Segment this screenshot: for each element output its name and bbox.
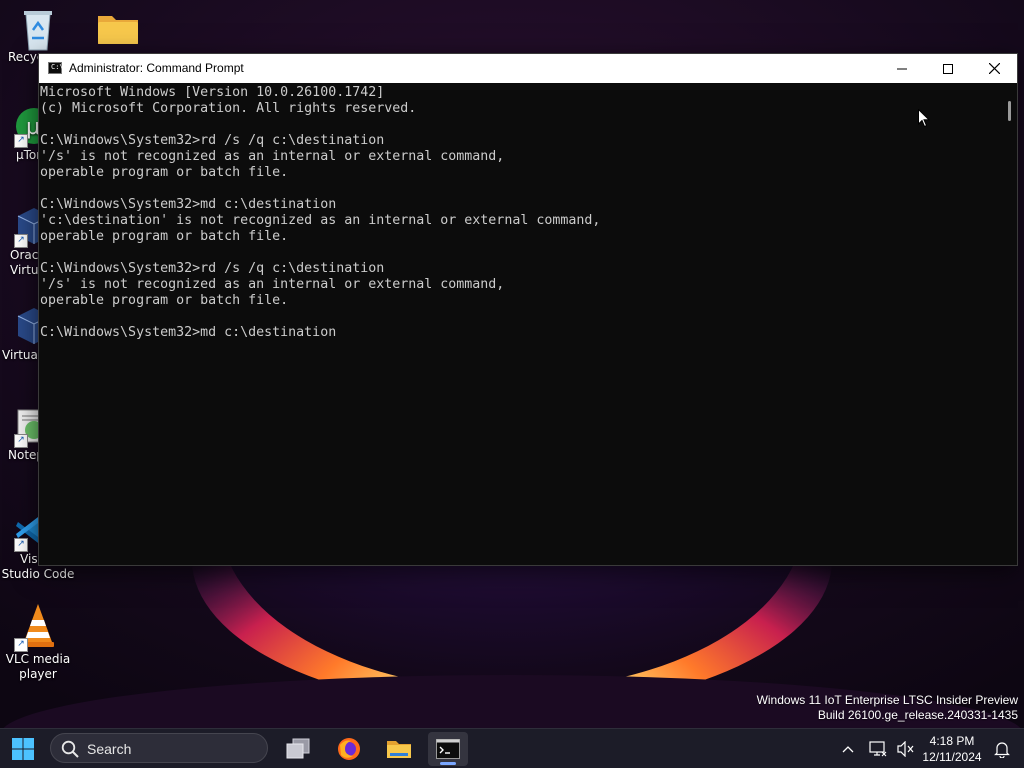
command-prompt-window[interactable]: C:\ Administrator: Command Prompt Micros… [38, 53, 1018, 566]
file-explorer-icon [387, 741, 411, 758]
active-app-indicator [440, 762, 456, 765]
window-title: Administrator: Command Prompt [69, 61, 244, 75]
watermark-build: Build 26100.ge_release.240331-1435 [817, 708, 1018, 722]
close-button[interactable] [971, 54, 1017, 83]
network-button[interactable] [868, 739, 888, 759]
shortcut-arrow-icon: ↗ [14, 234, 28, 248]
vlc-icon: ↗ [14, 602, 58, 652]
search-placeholder: Search [87, 741, 132, 757]
system-tray: 4:18 PM 12/11/2024 [824, 729, 1024, 768]
task-view-button[interactable] [278, 732, 318, 766]
console-line: C:\Windows\System32>md c:\destination [40, 197, 337, 212]
desktop: Recyc µ ↗ µTor ↗ Oracl Virtu Virtual ↗ N… [0, 0, 1024, 768]
maximize-button[interactable] [925, 54, 971, 83]
close-icon [988, 63, 1000, 74]
network-icon [869, 741, 887, 757]
scrollbar-thumb[interactable] [1008, 101, 1011, 121]
console-line: C:\Windows\System32>rd /s /q c:\destinat… [40, 133, 385, 148]
cmd-icon: C:\ [48, 62, 64, 74]
volume-muted-icon [897, 741, 914, 757]
firefox-taskbar-button[interactable] [329, 732, 369, 766]
console-output[interactable]: Microsoft Windows [Version 10.0.26100.17… [39, 83, 1001, 565]
file-explorer-taskbar-button[interactable] [379, 732, 419, 766]
task-view-icon [286, 738, 310, 759]
console-line: '/s' is not recognized as an internal or… [40, 149, 505, 164]
console-line: Microsoft Windows [Version 10.0.26100.17… [40, 85, 385, 100]
firefox-icon [338, 738, 360, 760]
console-line: operable program or batch file. [40, 293, 289, 308]
clock-time: 4:18 PM [929, 734, 975, 748]
terminal-taskbar-button[interactable] [428, 732, 468, 766]
folder-icon [96, 8, 138, 48]
show-hidden-icons-button[interactable] [838, 739, 858, 759]
terminal-icon [436, 739, 460, 759]
shortcut-arrow-icon: ↗ [14, 638, 28, 652]
maximize-icon [943, 63, 953, 74]
search-icon [61, 740, 79, 758]
notification-bell-icon [994, 742, 1010, 758]
mouse-cursor-icon [918, 109, 930, 128]
console-line: '/s' is not recognized as an internal or… [40, 277, 505, 292]
taskbar-search-box[interactable]: Search [50, 733, 268, 763]
vertical-scrollbar[interactable] [1001, 83, 1017, 565]
title-bar[interactable]: C:\ Administrator: Command Prompt [39, 54, 1017, 83]
console-input-line[interactable]: C:\Windows\System32>md c:\destination [40, 325, 1001, 341]
chevron-up-icon [842, 746, 854, 753]
windows-logo-icon [12, 738, 34, 760]
start-button[interactable] [4, 733, 42, 765]
console-line: C:\Windows\System32>rd /s /q c:\destinat… [40, 261, 385, 276]
minimize-button[interactable] [879, 54, 925, 83]
shortcut-arrow-icon: ↗ [14, 434, 28, 448]
console-line: (c) Microsoft Corporation. All rights re… [40, 101, 417, 116]
console-line: operable program or batch file. [40, 229, 289, 244]
shortcut-arrow-icon: ↗ [14, 538, 28, 552]
shortcut-arrow-icon: ↗ [14, 134, 28, 148]
desktop-icon-label: VLC media player [5, 652, 71, 681]
desktop-icon-folder[interactable] [78, 8, 154, 50]
taskbar-clock[interactable]: 4:18 PM 12/11/2024 [920, 733, 984, 765]
minimize-icon [897, 68, 907, 69]
console-line: operable program or batch file. [40, 165, 289, 180]
notifications-button[interactable] [992, 739, 1012, 759]
desktop-icon-vlc[interactable]: ↗ VLC media player [0, 602, 76, 682]
clock-date: 12/11/2024 [922, 750, 982, 764]
windows-watermark: Windows 11 IoT Enterprise LTSC Insider P… [757, 693, 1018, 723]
recycle-bin-icon [18, 8, 58, 51]
console-line: 'c:\destination' is not recognized as an… [40, 213, 601, 228]
watermark-edition: Windows 11 IoT Enterprise LTSC Insider P… [756, 693, 1018, 707]
taskbar: Search 4:18 PM 12/11/2024 [0, 728, 1024, 768]
volume-button[interactable] [896, 739, 916, 759]
